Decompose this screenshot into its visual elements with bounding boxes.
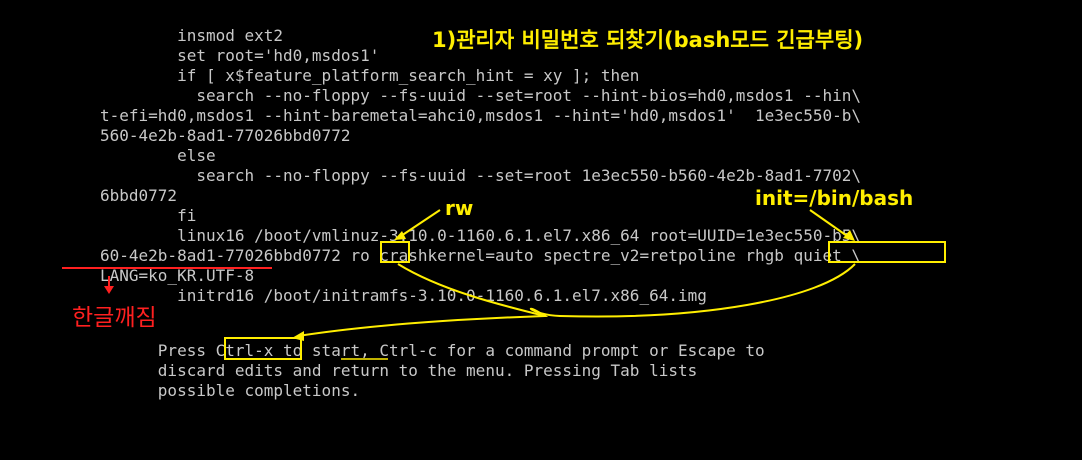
init-annotation: init=/bin/bash bbox=[755, 186, 914, 210]
title-annotation: 1)관리자 비밀번호 되찾기(bash모드 긴급부팅) bbox=[432, 28, 864, 52]
annotation-arrows bbox=[62, 209, 856, 360]
hangul-broken-annotation: 한글깨짐 bbox=[72, 305, 157, 331]
rw-annotation: rw bbox=[445, 196, 474, 220]
